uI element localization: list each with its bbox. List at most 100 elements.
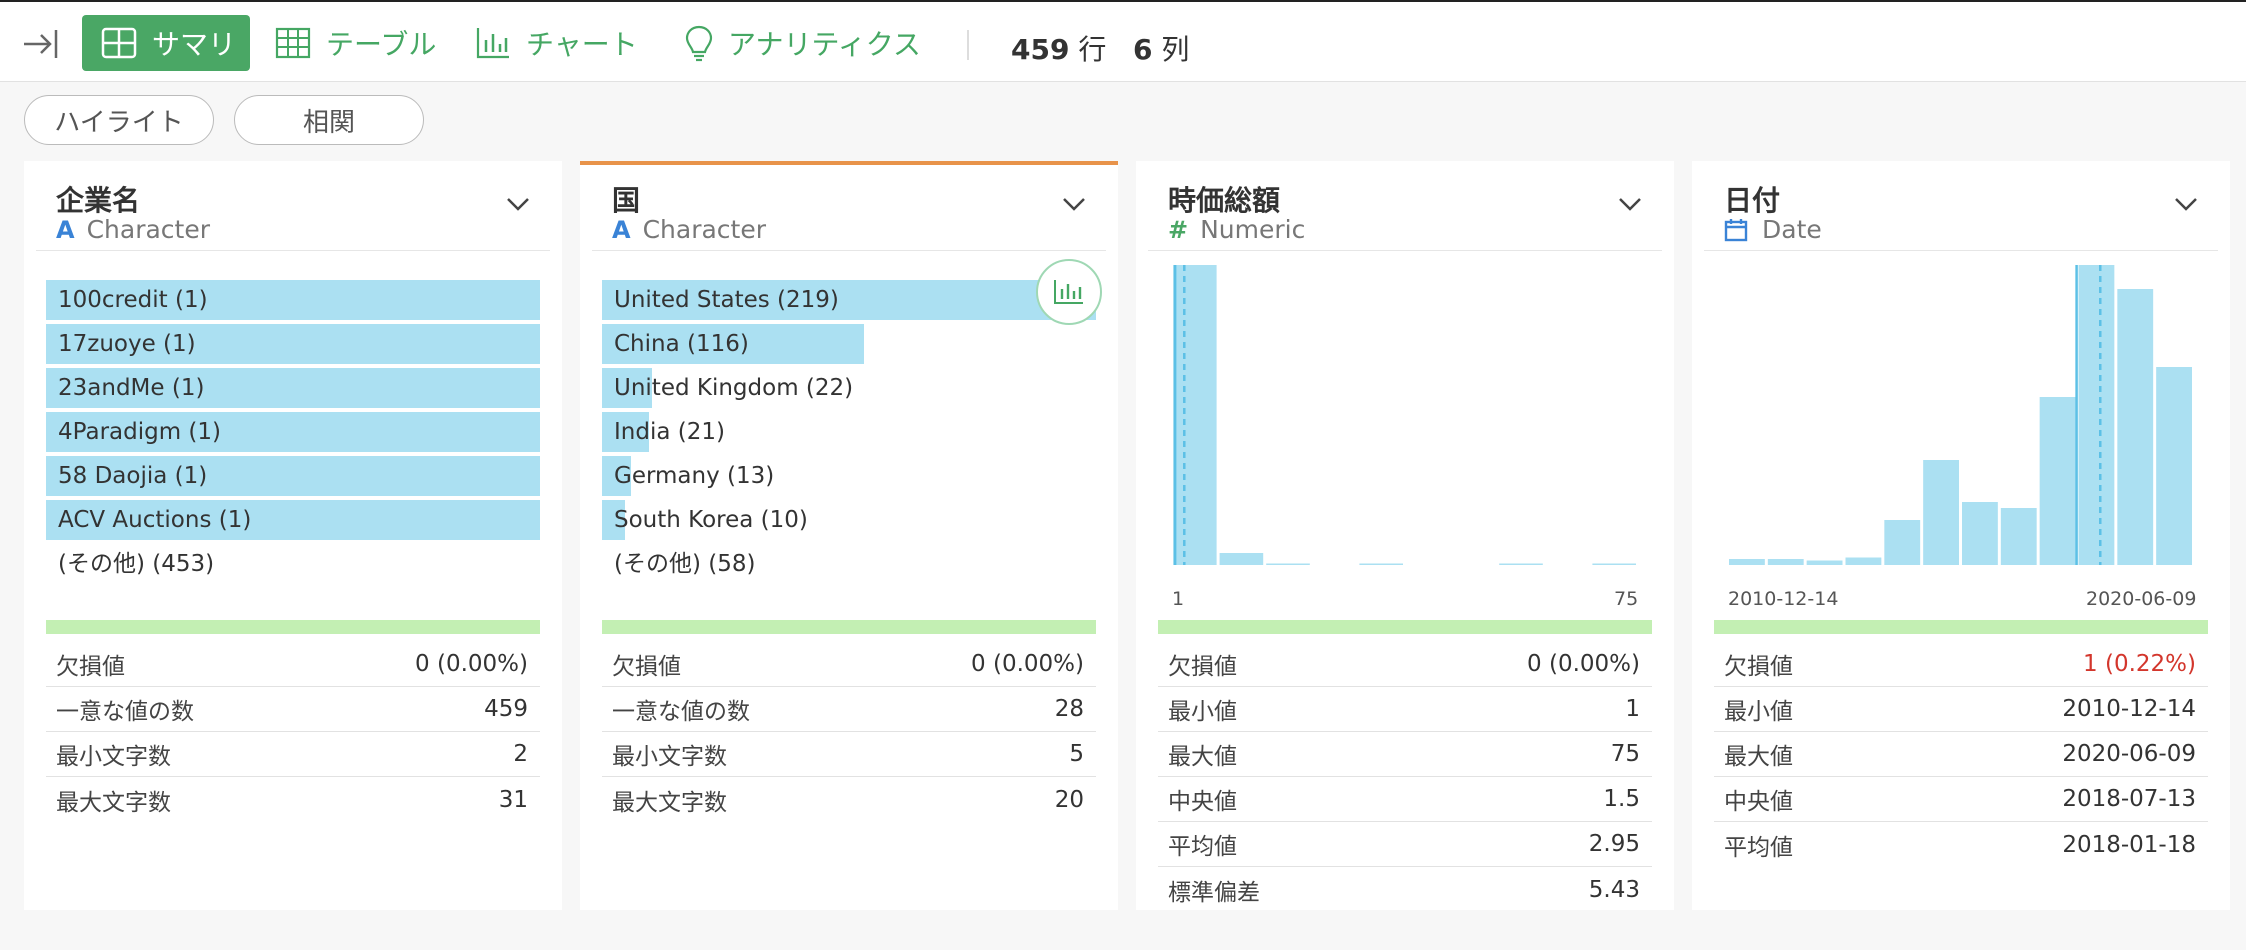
column-header: 企業名 A Character [36, 165, 550, 251]
stat-row: 最大文字数 31 [56, 786, 528, 816]
column-type: # Numeric [1168, 215, 1306, 244]
toolbar-divider [967, 30, 969, 60]
stat-row: 最小文字数 2 [46, 732, 540, 777]
histogram-bar [1359, 563, 1403, 565]
stat-row: 欠損値 1 (0.22%) [1714, 642, 2208, 687]
stat-row: 中央値 2018-07-13 [1714, 777, 2208, 822]
summary-grid-icon [101, 27, 137, 59]
collapse-sidebar-icon[interactable] [20, 24, 60, 64]
tab-chart[interactable]: チャート [474, 15, 638, 71]
histogram-bar [1845, 557, 1882, 565]
axis-max-label: 2020-06-09 [2086, 588, 2197, 610]
row-count: 459 行 [1011, 33, 1107, 66]
correlation-button[interactable]: 相関 [234, 95, 424, 145]
column-name: 日付 [1724, 184, 1781, 217]
bar-chart-icon [1054, 280, 1083, 304]
stat-row: 平均値 2.95 [1158, 822, 1652, 867]
chevron-down-icon[interactable] [1616, 193, 1644, 215]
category-other[interactable]: (その他) (453) [46, 544, 214, 584]
histogram-bar [1767, 559, 1804, 565]
calendar-icon [1724, 218, 1748, 241]
category-row[interactable]: ACV Auctions (1) [46, 500, 540, 540]
histogram-bar [2078, 265, 2115, 565]
missing-values-bar [1158, 620, 1652, 634]
stat-row: 最大値 2020-06-09 [1714, 732, 2208, 777]
stat-row: 一意な値の数 28 [602, 687, 1096, 732]
category-row[interactable]: Germany (13) [602, 456, 774, 496]
stat-row: 標準偏差 5.43 [1168, 876, 1640, 906]
stat-row: 一意な値の数 459 [46, 687, 540, 732]
chevron-down-icon[interactable] [1060, 193, 1088, 215]
tab-summary[interactable]: サマリ [82, 15, 250, 71]
category-row[interactable]: 100credit (1) [46, 280, 540, 320]
histogram-bar [1923, 460, 1959, 565]
column-card-country: 国 A Character United States (219) China … [580, 161, 1118, 910]
histogram-bar [1806, 560, 1843, 565]
column-type: A Character [612, 215, 767, 244]
column-stats: 欠損値 1 (0.22%) 最小値 2010-12-14 最大値 2020-06-09… [1714, 642, 2208, 867]
stat-row: 最小値 1 [1158, 687, 1652, 732]
column-count: 6 列 [1133, 33, 1190, 66]
stat-row: 最小文字数 5 [602, 732, 1096, 777]
stat-row: 中央値 1.5 [1158, 777, 1652, 822]
toolbar: サマリ テーブル チャート アナリティクス 459 行 6 列 [0, 0, 2246, 82]
category-other[interactable]: (その他) (58) [602, 544, 755, 584]
highlight-button[interactable]: ハイライト [24, 95, 214, 145]
histogram-chart[interactable] [1714, 265, 2208, 585]
category-row[interactable]: 17zuoye (1) [46, 324, 540, 364]
numeric-type-icon: # [1168, 215, 1189, 244]
category-row[interactable]: China (116) [602, 324, 864, 364]
column-name: 国 [612, 184, 641, 217]
column-type: Date [1724, 215, 1822, 244]
stat-row: 平均値 2018-01-18 [1724, 831, 2196, 861]
stat-row: 欠損値 0 (0.00%) [602, 642, 1096, 687]
column-name: 時価総額 [1168, 184, 1281, 217]
histogram-bar [2156, 367, 2192, 565]
category-row[interactable]: United Kingdom (22) [602, 368, 853, 408]
histogram-bar [2000, 508, 2037, 565]
tab-table-label: テーブル [326, 28, 437, 61]
histogram-chart[interactable] [1158, 265, 1652, 585]
missing-values-bar [602, 620, 1096, 634]
tab-table[interactable]: テーブル [274, 15, 436, 71]
histogram-bar [1592, 563, 1636, 565]
column-card-date: 日付 Date 2010-12-14 2020-06-09 欠損値 1 (0.22… [1692, 161, 2230, 910]
tab-summary-label: サマリ [152, 28, 237, 61]
chevron-down-icon[interactable] [2172, 193, 2200, 215]
stat-row: 最小値 2010-12-14 [1714, 687, 2208, 732]
column-type: A Character [56, 215, 211, 244]
column-name: 企業名 [56, 184, 141, 217]
chevron-down-icon[interactable] [504, 193, 532, 215]
column-header: 日付 Date [1704, 165, 2218, 251]
histogram-bar [1219, 553, 1264, 565]
character-type-icon: A [612, 215, 631, 244]
lightbulb-icon [685, 25, 713, 62]
stat-row: 最大文字数 20 [612, 786, 1084, 816]
category-row[interactable]: South Korea (10) [602, 500, 808, 540]
category-row[interactable]: United States (219) [602, 280, 1096, 320]
histogram-bar [1729, 559, 1765, 565]
character-type-icon: A [56, 215, 75, 244]
stat-row: 欠損値 0 (0.00%) [1158, 642, 1652, 687]
missing-values-bar [1714, 620, 2208, 634]
tab-chart-label: チャート [526, 28, 638, 61]
column-header: 国 A Character [592, 165, 1106, 251]
column-stats: 欠損値 0 (0.00%) 最小値 1 最大値 75 中央値 1.5 平均値 2.95 標… [1158, 642, 1652, 912]
histogram-bar [2117, 289, 2154, 565]
category-row[interactable]: India (21) [602, 412, 725, 452]
category-row[interactable]: 58 Daojia (1) [46, 456, 540, 496]
stat-row: 最大値 75 [1158, 732, 1652, 777]
category-row[interactable]: 4Paradigm (1) [46, 412, 540, 452]
table-icon [275, 27, 311, 59]
column-stats: 欠損値 0 (0.00%) 一意な値の数 28 最小文字数 5 最大文字数 20 [602, 642, 1096, 822]
column-card-market-cap: 時価総額 # Numeric 1 75 欠損値 0 (0.00%) 最小値 1 最大… [1136, 161, 1674, 910]
histogram-bar [1266, 563, 1310, 565]
tab-analytics[interactable]: アナリティクス [680, 15, 921, 71]
histogram-bar [1962, 502, 1998, 565]
axis-max-label: 75 [1614, 588, 1639, 610]
category-row[interactable]: 23andMe (1) [46, 368, 540, 408]
column-header: 時価総額 # Numeric [1148, 165, 1662, 251]
tab-analytics-label: アナリティクス [728, 28, 921, 61]
chart-button[interactable] [1036, 259, 1102, 325]
axis-min-label: 2010-12-14 [1728, 588, 1839, 610]
